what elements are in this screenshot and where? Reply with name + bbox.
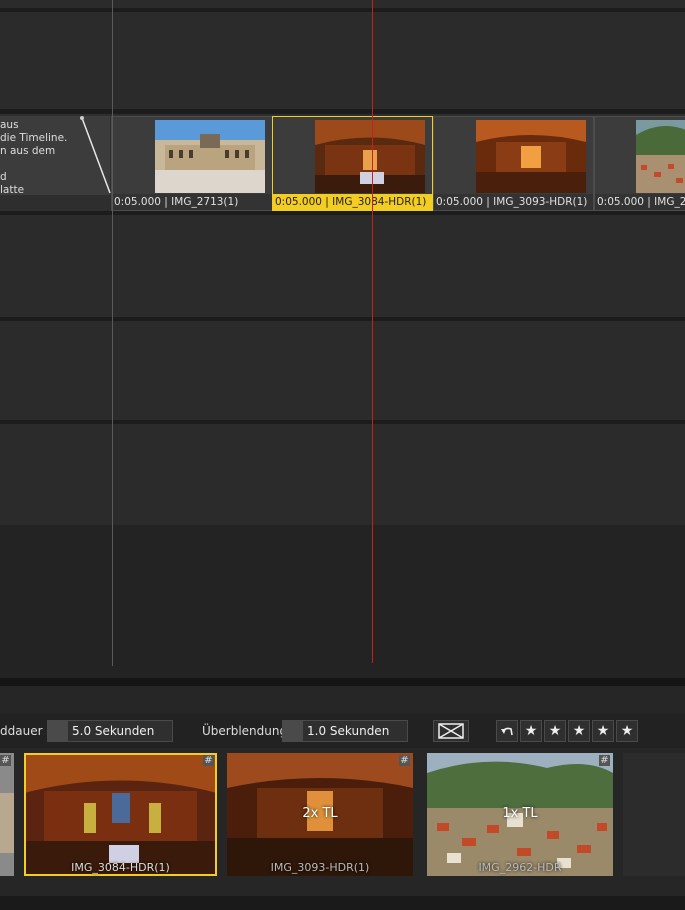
timeline-slide[interactable]: 0:05.000 | IMG_2 (594, 116, 685, 211)
panel-divider[interactable] (0, 678, 685, 686)
transition-value: 1.0 Sekunden (307, 724, 390, 738)
hash-icon: # (0, 755, 11, 766)
undo-icon (501, 727, 513, 736)
slide-label: 0:05.000 | IMG_2713(1) (112, 194, 272, 210)
slide-label: 0:05.000 | IMG_2 (595, 194, 685, 210)
hash-icon: # (203, 755, 214, 766)
lightbox-item[interactable]: 2x TL IMG_3093-HDR(1) # (227, 753, 413, 876)
mouse-cursor-line (112, 0, 113, 666)
slide-label: 0:05.000 | IMG_3084-HDR(1) (273, 194, 432, 210)
rating-star-1[interactable]: ★ (520, 720, 542, 742)
rating-star-4[interactable]: ★ (592, 720, 614, 742)
lightbox-item-selected[interactable]: IMG_3084-HDR(1) # (24, 753, 217, 876)
timeline-track-5[interactable] (0, 321, 685, 420)
rating-star-3[interactable]: ★ (568, 720, 590, 742)
hash-icon: # (399, 755, 410, 766)
lightbox-item-name: IMG_2962-HDR (478, 861, 562, 874)
duration-spinner[interactable] (48, 721, 68, 741)
hash-icon: # (599, 755, 610, 766)
timeline-empty-area[interactable] (0, 525, 685, 678)
status-bar (0, 896, 685, 910)
slide-thumbnail (155, 120, 265, 193)
slide-thumbnail (636, 120, 685, 193)
timeline-track-6[interactable] (0, 424, 685, 525)
transition-duration-field[interactable]: 1.0 Sekunden (282, 720, 408, 742)
transition-type-button[interactable] (433, 720, 469, 742)
timeline-slide[interactable]: 0:05.000 | IMG_2713(1) (111, 116, 273, 211)
undo-rating-button[interactable] (496, 720, 518, 742)
rating-star-5[interactable]: ★ (616, 720, 638, 742)
transition-spinner[interactable] (283, 721, 303, 741)
slide-label: 0:05.000 | IMG_3093-HDR(1) (434, 194, 593, 210)
lightbox-item[interactable]: 1x TL IMG_2962-HDR # (427, 753, 613, 876)
rating-star-2[interactable]: ★ (544, 720, 566, 742)
timeline-usage-count: 2x TL (302, 806, 338, 821)
lightbox-empty-slot[interactable] (623, 753, 685, 876)
transition-cross-icon (438, 723, 464, 739)
transition-label: Überblendung (202, 724, 288, 738)
timeline-usage-count: 1x TL (502, 806, 538, 821)
duration-label: ddauer (0, 724, 43, 738)
timeline-track-2[interactable] (0, 12, 685, 109)
timeline-slide-selected[interactable]: 0:05.000 | IMG_3084-HDR(1) (272, 116, 433, 211)
timeline-track-4[interactable] (0, 215, 685, 317)
slide-thumbnail (476, 120, 586, 193)
playhead[interactable] (372, 0, 373, 663)
lightbox-item-name: IMG_3084-HDR(1) (71, 861, 170, 874)
track-separator (0, 109, 685, 113)
timeline-track-1[interactable] (0, 0, 685, 8)
lightbox-item-name: IMG_3093-HDR(1) (270, 861, 370, 874)
duration-value: 5.0 Sekunden (72, 724, 155, 738)
duration-field[interactable]: 5.0 Sekunden (47, 720, 173, 742)
lightbox-item-partial[interactable]: # (0, 753, 14, 876)
timeline-slide[interactable]: 0:05.000 | IMG_3093-HDR(1) (433, 116, 594, 211)
slide-thumbnail (315, 120, 425, 193)
